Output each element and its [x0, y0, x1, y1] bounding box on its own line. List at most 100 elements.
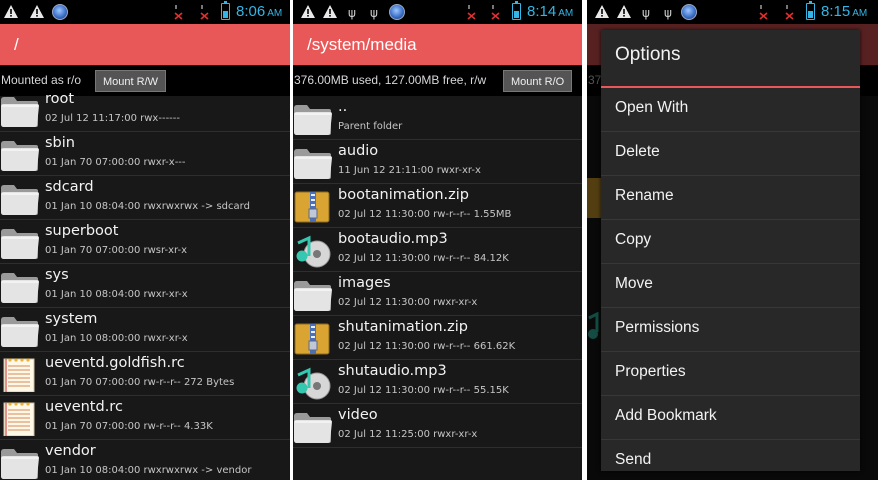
zip-file-icon [293, 190, 333, 224]
file-manager-media-screen: ψ ψ 8:14 AM /system/media 376.00MB used, … [293, 0, 582, 480]
file-row[interactable]: root 02 Jul 12 11:17:00 rwx------ [0, 88, 290, 132]
option-open-with[interactable]: Open With [601, 88, 860, 132]
file-row[interactable]: vendor 01 Jan 10 08:04:00 rwxrwxrwx -> ve… [0, 440, 290, 480]
file-details: 01 Jan 70 07:00:00 rw-r--r-- 4.33K [45, 421, 213, 432]
file-name: shutaudio.mp3 [338, 363, 447, 379]
clock-time: 8:14 [527, 3, 557, 20]
file-row[interactable]: images 02 Jul 12 11:30:00 rwxr-xr-x [293, 272, 582, 316]
file-name: sdcard [45, 179, 94, 195]
battery-charging-icon [806, 1, 815, 20]
no-signal-icon [200, 4, 209, 20]
battery-icon [221, 1, 230, 20]
no-signal-icon [467, 4, 476, 20]
text-file-icon [0, 402, 40, 437]
file-details: 02 Jul 12 11:25:00 rwxr-xr-x [338, 429, 478, 440]
file-row[interactable]: audio 11 Jun 12 21:11:00 rwxr-xr-x [293, 140, 582, 184]
file-details: 01 Jan 10 08:04:00 rwxr-xr-x [45, 289, 188, 300]
file-details: 01 Jan 70 07:00:00 rwxr-x--- [45, 157, 186, 168]
file-row[interactable]: ueventd.rc 01 Jan 70 07:00:00 rw-r--r-- 4… [0, 396, 290, 440]
file-row[interactable]: bootanimation.zip 02 Jul 12 11:30:00 rw-r… [293, 184, 582, 228]
folder-icon [0, 138, 40, 172]
file-row[interactable]: superboot 01 Jan 70 07:00:00 rwsr-xr-x [0, 220, 290, 264]
file-manager-root-screen: 8:06 AM / Mounted as r/o Mount R/W root 02… [0, 0, 290, 480]
file-row[interactable]: shutanimation.zip 02 Jul 12 11:30:00 rw-r… [293, 316, 582, 360]
file-details: 02 Jul 12 11:30:00 rw-r--r-- 55.15K [338, 385, 509, 396]
file-name: vendor [45, 443, 96, 459]
folder-icon [293, 410, 333, 444]
file-details: 02 Jul 12 11:30:00 rwxr-xr-x [338, 297, 478, 308]
file-details: 01 Jan 10 08:04:00 rwxrwxrwx -> sdcard [45, 201, 250, 212]
file-row[interactable]: sbin 01 Jan 70 07:00:00 rwxr-x--- [0, 132, 290, 176]
option-label: Send [615, 451, 652, 468]
file-row[interactable]: shutaudio.mp3 02 Jul 12 11:30:00 rw-r--r-… [293, 360, 582, 404]
no-signal-icon [174, 4, 183, 20]
usb-icon: ψ [642, 6, 650, 20]
file-details: 01 Jan 10 08:00:00 rwxr-xr-x [45, 333, 188, 344]
mount-status: Mounted as r/o [1, 73, 82, 87]
file-details: 01 Jan 70 07:00:00 rw-r--r-- 272 Bytes [45, 377, 235, 388]
file-row[interactable]: video 02 Jul 12 11:25:00 rwxr-xr-x [293, 404, 582, 448]
no-signal-icon [785, 4, 794, 20]
usb-icon: ψ [348, 6, 356, 20]
no-signal-icon [491, 4, 500, 20]
folder-icon [0, 446, 40, 480]
file-row[interactable]: bootaudio.mp3 02 Jul 12 11:30:00 rw-r--r-… [293, 228, 582, 272]
file-name: sys [45, 267, 69, 283]
file-row[interactable]: ueventd.goldfish.rc 01 Jan 70 07:00:00 rw… [0, 352, 290, 396]
no-signal-icon [759, 4, 768, 20]
music-file-icon [293, 234, 333, 268]
status-clock: 8:14 AM [527, 3, 573, 23]
file-name: shutanimation.zip [338, 319, 468, 335]
file-name: .. [338, 99, 348, 115]
file-name: images [338, 275, 391, 291]
file-name: audio [338, 143, 379, 159]
warning-icon [617, 5, 631, 18]
file-name: root [45, 91, 75, 107]
file-details: 02 Jul 12 11:30:00 rw-r--r-- 1.55MB [338, 209, 512, 220]
folder-icon [0, 182, 40, 216]
file-row[interactable]: sdcard 01 Jan 10 08:04:00 rwxrwxrwx -> sd… [0, 176, 290, 220]
warning-icon [4, 5, 18, 18]
file-name: sbin [45, 135, 75, 151]
clock-ampm: AM [558, 8, 574, 19]
dialog-title: Options [615, 44, 681, 65]
battery-charging-icon [512, 1, 521, 20]
file-name: video [338, 407, 378, 423]
path-title: / [0, 24, 290, 65]
clock-ampm: AM [852, 8, 868, 19]
option-label: Copy [615, 231, 652, 248]
folder-icon [0, 270, 40, 304]
option-rename[interactable]: Rename [601, 176, 860, 220]
file-row[interactable]: sys 01 Jan 10 08:04:00 rwxr-xr-x [0, 264, 290, 308]
file-list: root 02 Jul 12 11:17:00 rwx------ sbin 01 J… [0, 91, 290, 480]
option-send[interactable]: Send [601, 440, 860, 471]
option-permissions[interactable]: Permissions [601, 308, 860, 352]
option-copy[interactable]: Copy [601, 220, 860, 264]
option-add-bookmark[interactable]: Add Bookmark [601, 396, 860, 440]
usb-icon: ψ [664, 6, 672, 20]
file-details: 01 Jan 70 07:00:00 rwsr-xr-x [45, 245, 187, 256]
warning-icon [30, 5, 44, 18]
status-bar: 8:06 AM [0, 0, 290, 24]
folder-icon [0, 94, 40, 128]
file-row[interactable]: system 01 Jan 10 08:00:00 rwxr-xr-x [0, 308, 290, 352]
file-details: 01 Jan 10 08:04:00 rwxrwxrwx -> vendor [45, 465, 252, 476]
path-title: /system/media [293, 24, 582, 65]
music-file-icon [293, 366, 333, 400]
file-details: 11 Jun 12 21:11:00 rwxr-xr-x [338, 165, 481, 176]
storage-usage: 376.00MB used, 127.00MB free, r/w [294, 73, 487, 87]
warning-icon [595, 5, 609, 18]
option-label: Open With [615, 99, 689, 116]
zip-file-icon [293, 322, 333, 356]
option-label: Permissions [615, 319, 700, 336]
option-delete[interactable]: Delete [601, 132, 860, 176]
file-row[interactable]: .. Parent folder [293, 96, 582, 140]
file-name: bootaudio.mp3 [338, 231, 448, 247]
status-bar: ψ ψ 8:15 AM [587, 0, 878, 24]
battery-level [808, 11, 813, 18]
option-move[interactable]: Move [601, 264, 860, 308]
options-dialog: Options Open With Delete Rename Copy Move Per… [601, 30, 860, 471]
status-clock: 8:06 AM [236, 3, 282, 23]
mount-ro-button[interactable]: Mount R/O [503, 70, 573, 92]
option-properties[interactable]: Properties [601, 352, 860, 396]
